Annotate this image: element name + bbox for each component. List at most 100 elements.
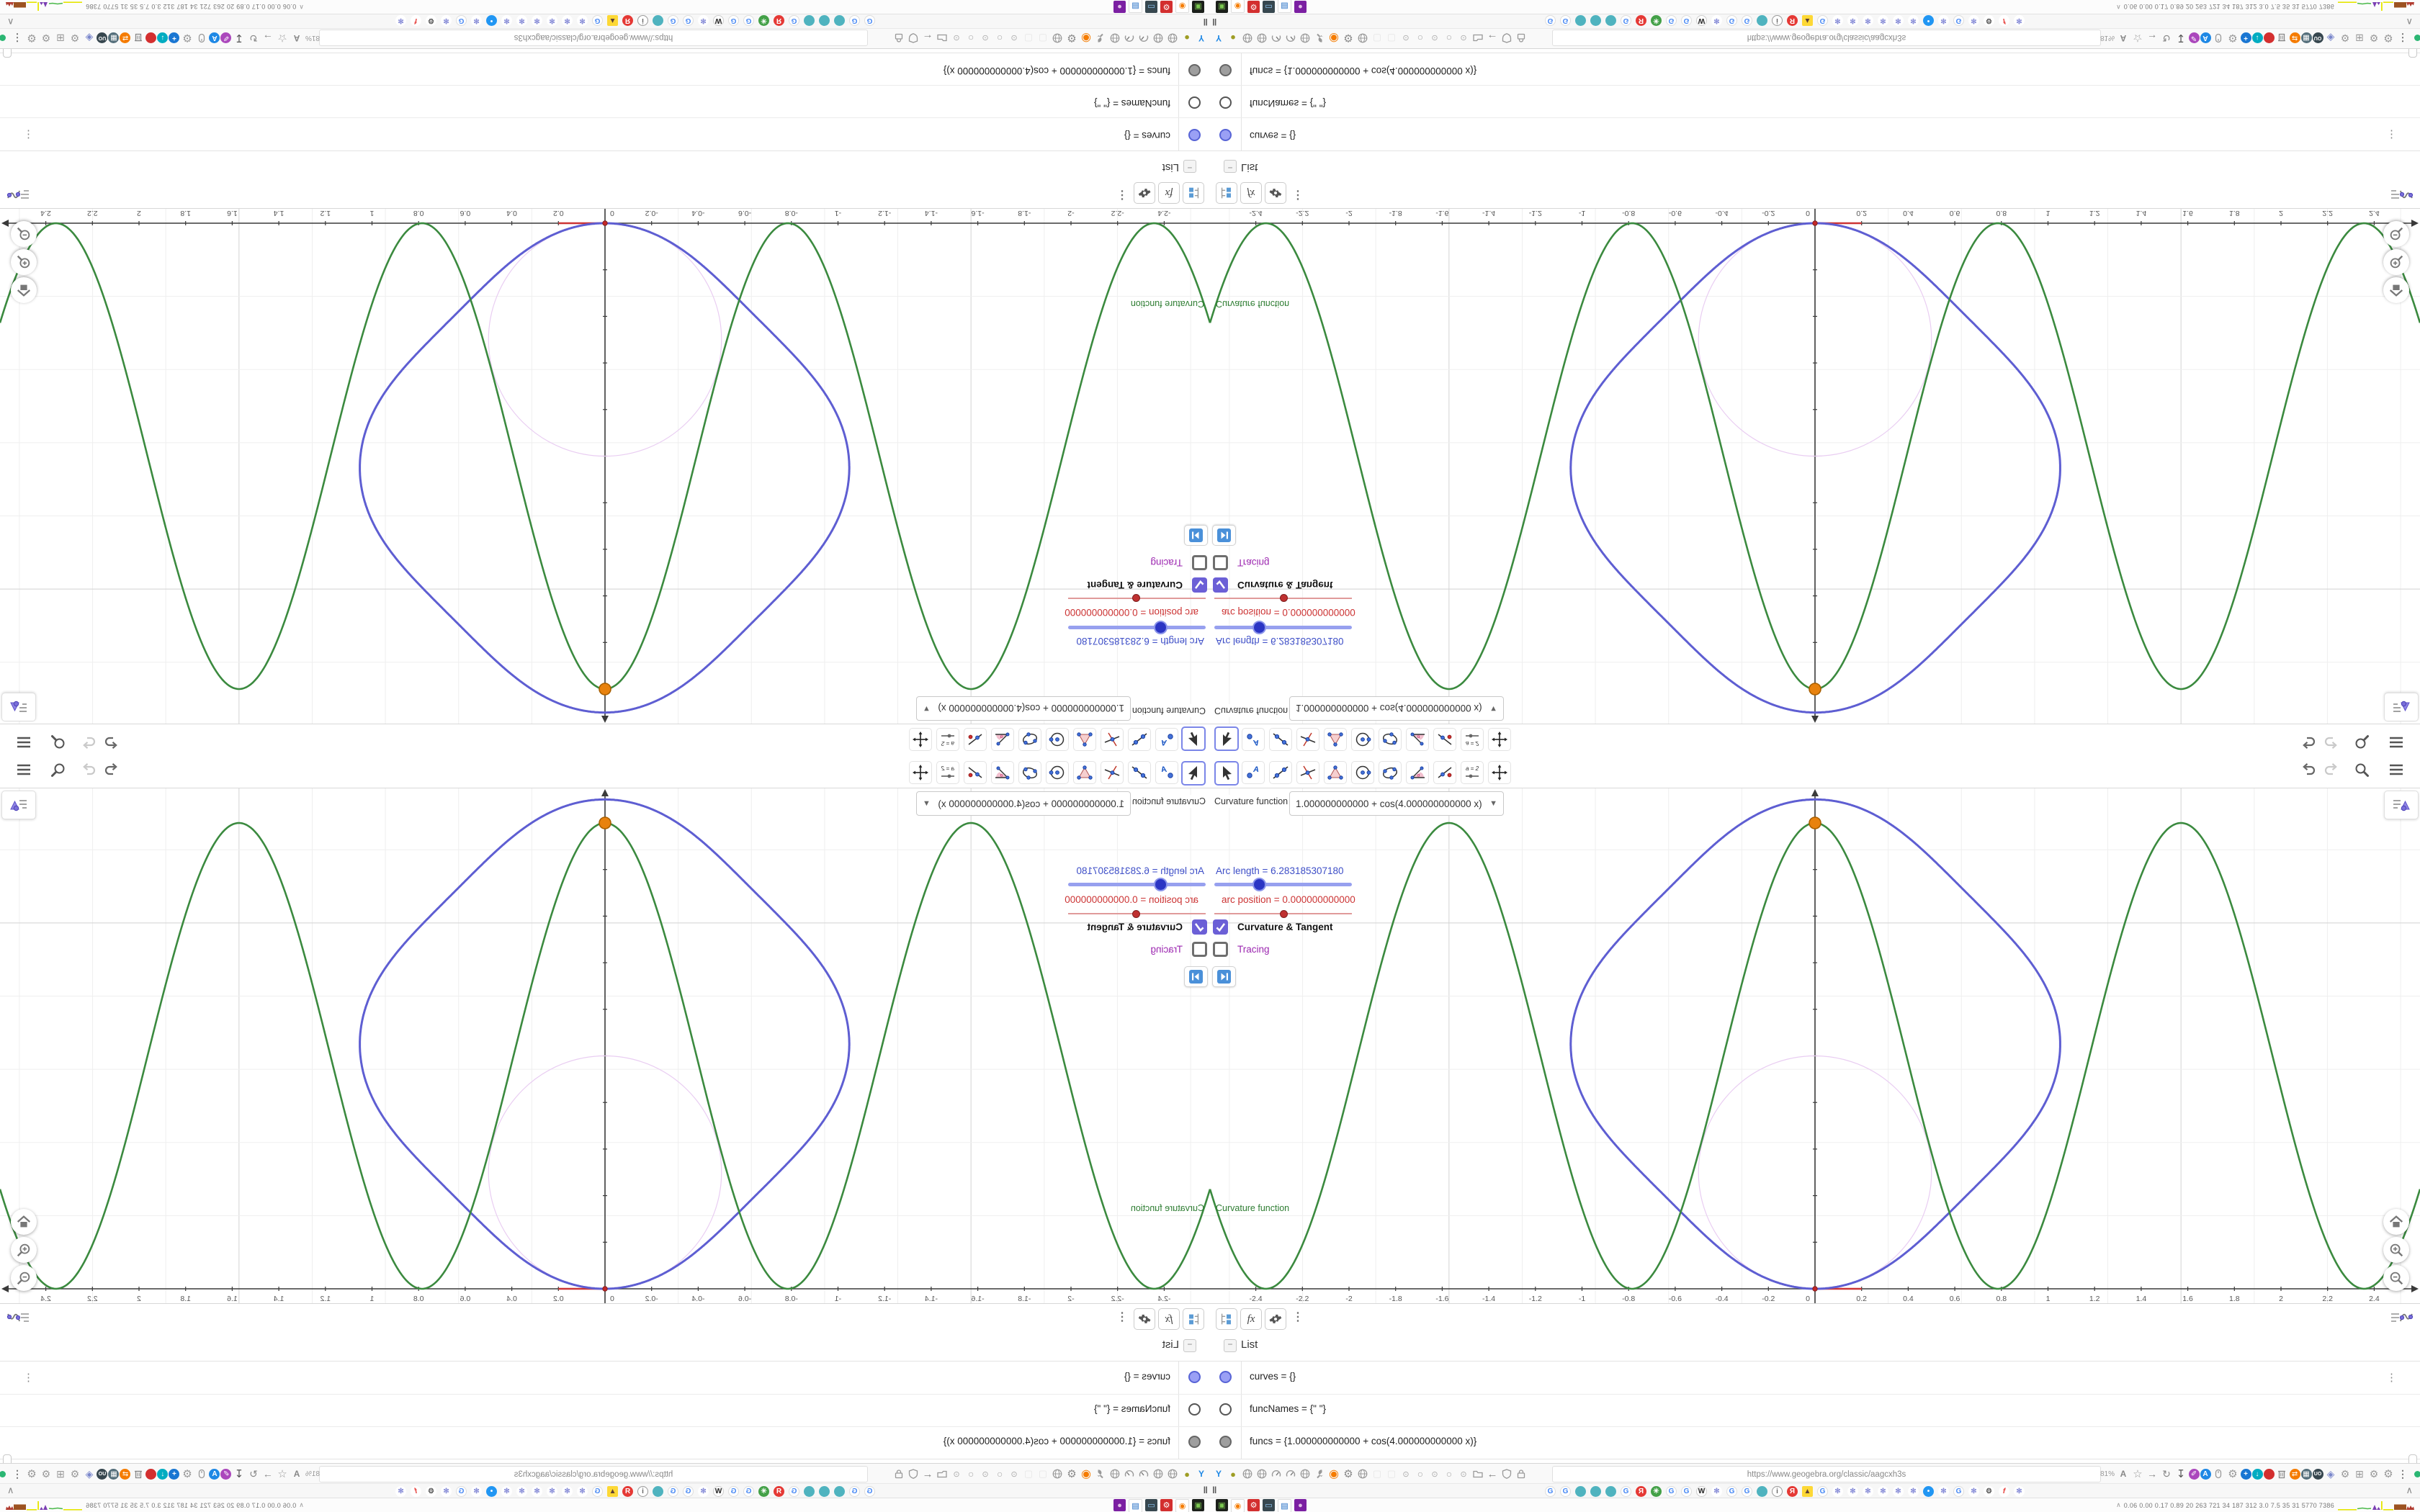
taskbar-app-mascot-purple[interactable]: ● [1113, 1, 1126, 13]
arc-length-slider[interactable] [1068, 878, 1206, 891]
translate-blue-icon[interactable]: A [209, 1468, 220, 1480]
y-balloon-icon[interactable]: Y [1195, 32, 1209, 45]
ghost-icon[interactable]: ▢ [1371, 1467, 1384, 1481]
tab-pinwheel[interactable]: ✻ [1908, 1485, 1919, 1497]
taskbar-app-settings-red[interactable]: ⚙ [1247, 1, 1260, 13]
curvature-tangent-checkbox[interactable] [1213, 577, 1228, 593]
graphics-view[interactable]: -2.4 -2.2 -2 -1.8 -1.6 -1.4 -1.2 -1 -0.8 -0.6 -0.4… [0, 788, 1210, 1305]
firefox-icon[interactable]: ◉ [1080, 1467, 1093, 1481]
tab-chat-blue[interactable]: • [486, 15, 497, 27]
gauge-icon[interactable] [1270, 32, 1283, 45]
wrench-icon[interactable]: ⚙ [39, 32, 53, 45]
gear-icon[interactable]: ⚙ [2226, 1467, 2240, 1481]
algebra-row-curves[interactable]: curves = {} ⋮ [0, 117, 1210, 150]
tab-info[interactable]: i [637, 1485, 648, 1497]
tab-google[interactable]: G [668, 1485, 678, 1497]
shield-icon[interactable] [1500, 1467, 1514, 1481]
back-arrow-icon[interactable]: ← [921, 1467, 935, 1481]
arc-position-slider[interactable] [1214, 910, 1352, 918]
settings-button[interactable] [1265, 1308, 1286, 1330]
tab-chat-blue[interactable]: • [1923, 1485, 1934, 1497]
taskbar-app-capture-green[interactable]: ▣ [1216, 1499, 1228, 1511]
wrench-icon[interactable] [1094, 32, 1108, 45]
tool-angle-button[interactable]: α [991, 728, 1014, 751]
zoom-level[interactable]: 81% [305, 1470, 320, 1478]
visibility-toggle-funcs[interactable] [1188, 64, 1201, 76]
star-icon[interactable]: ☆ [275, 32, 289, 45]
home-view-button[interactable] [2383, 277, 2409, 303]
shield-emblem-icon[interactable]: ◈ [2324, 1467, 2338, 1481]
arc-position-slider-knob[interactable] [1280, 594, 1288, 602]
tab-google[interactable]: G [864, 1485, 875, 1497]
tab-photos[interactable]: ▲ [1802, 15, 1813, 27]
archive-dark-icon[interactable]: ▦ [108, 1468, 120, 1480]
tool-slider-button[interactable]: a = 2 [1461, 761, 1484, 784]
tool-move-button[interactable] [1181, 726, 1206, 751]
tool-ellipse-button[interactable] [1379, 728, 1402, 751]
tool-line-button[interactable] [1128, 728, 1151, 751]
swap-orange-icon[interactable]: ⇄ [2289, 32, 2300, 44]
tab-pinwheel[interactable]: ✻ [1847, 15, 1858, 27]
globe-icon[interactable] [1152, 32, 1165, 45]
tab-scroll-chevron-icon[interactable]: ∧ [7, 1485, 14, 1496]
tool-point-button[interactable]: A [1155, 728, 1178, 751]
more-options-kebab[interactable]: ⋮ [1292, 1310, 1304, 1324]
tab-yandex[interactable]: Я [774, 15, 784, 27]
taskbar-app-display-dark[interactable]: ▭ [1263, 1499, 1275, 1511]
tool-move-button[interactable] [1214, 726, 1239, 751]
mouse-icon[interactable] [194, 1467, 208, 1481]
tree-view-button[interactable] [1216, 1308, 1237, 1330]
tracing-checkbox[interactable] [1213, 942, 1228, 957]
avatar-icon[interactable]: ● [1227, 1467, 1240, 1481]
shield-emblem-icon[interactable]: ◈ [82, 32, 96, 45]
dot-small-icon[interactable]: ⊙ [950, 1467, 964, 1481]
tab-pinwheel[interactable]: ✻ [1893, 1485, 1904, 1497]
algebra-row-funcnames[interactable]: funcNames = {" "} [0, 1394, 1210, 1427]
globe-icon[interactable] [1241, 1467, 1255, 1481]
add-blue-icon[interactable]: + [2240, 1468, 2251, 1480]
tab-pinwheel[interactable]: ✻ [1893, 15, 1904, 27]
row-kebab-icon[interactable]: ⋮ [2386, 128, 2397, 141]
dot-small-icon[interactable]: ⊙ [1428, 1467, 1442, 1481]
gauge-icon[interactable] [1137, 32, 1151, 45]
visibility-toggle-funcnames[interactable] [1219, 1403, 1232, 1416]
tab-google[interactable]: G [668, 15, 678, 27]
tab-pinwheel[interactable]: ✻ [1938, 1485, 1949, 1497]
gear-icon[interactable]: ⚙ [1065, 32, 1079, 45]
zoom-in-button[interactable] [2383, 249, 2409, 275]
tab-google[interactable]: G [1666, 1485, 1677, 1497]
reload-icon[interactable]: ↻ [246, 32, 260, 45]
collapse-button[interactable]: − [1183, 160, 1196, 173]
collapse-button[interactable]: − [1224, 1339, 1237, 1352]
taskbar-app-mascot-purple[interactable]: ● [1294, 1499, 1307, 1511]
tab-pinwheel[interactable]: ✻ [1968, 1485, 1979, 1497]
tab-fn-red[interactable]: f [1999, 15, 2009, 27]
globe-icon[interactable] [1241, 32, 1255, 45]
visibility-toggle-funcnames[interactable] [1188, 96, 1201, 109]
tab-sprout[interactable]: ✳ [758, 15, 769, 27]
dot-small-icon[interactable]: ⊙ [1457, 32, 1471, 45]
tab-google[interactable]: G [1560, 15, 1571, 27]
tab-pinwheel[interactable]: ✻ [501, 15, 512, 27]
tab-google[interactable]: G [1726, 15, 1737, 27]
tab-pinwheel[interactable]: ✻ [1711, 15, 1722, 27]
row-kebab-icon[interactable]: ⋮ [23, 1371, 34, 1384]
tab-google[interactable]: G [849, 1485, 860, 1497]
zoom-out-button[interactable] [2383, 1265, 2409, 1291]
tracing-checkbox[interactable] [1192, 942, 1207, 957]
tab-pinwheel[interactable]: ✻ [698, 1485, 709, 1497]
mouse-icon[interactable] [2212, 32, 2226, 45]
globe-icon[interactable] [1108, 32, 1122, 45]
tab-wikipedia[interactable]: W [1696, 1485, 1707, 1497]
gauge-icon[interactable] [1137, 1467, 1151, 1481]
ghost-icon[interactable]: ▢ [1022, 1467, 1036, 1481]
curvature-tangent-checkbox[interactable] [1213, 919, 1228, 935]
tab-yandex[interactable]: Я [1787, 1485, 1798, 1497]
tab-photos[interactable]: ▲ [607, 1485, 618, 1497]
tool-slider-button[interactable]: a = 2 [1461, 728, 1484, 751]
globe-icon[interactable] [1356, 32, 1370, 45]
shield-icon[interactable] [907, 1467, 920, 1481]
red-badge-icon[interactable] [2263, 1468, 2275, 1480]
tray-chevron-icon[interactable]: ∧ [2116, 3, 2121, 11]
puzzle-icon[interactable]: ⊞ [53, 1467, 67, 1481]
